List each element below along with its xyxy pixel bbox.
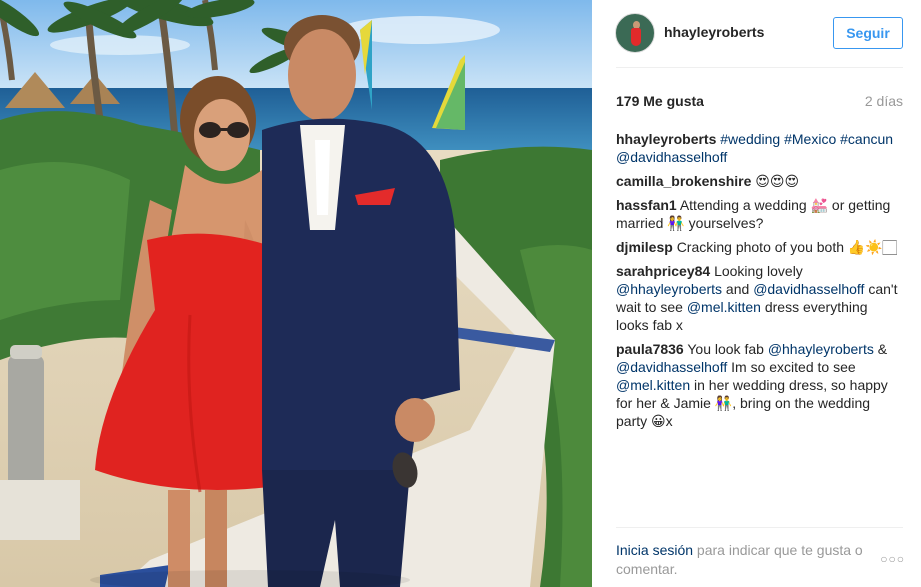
photo-illustration <box>0 0 592 587</box>
hashtag-link[interactable]: #cancun <box>840 131 893 147</box>
post-time[interactable]: 2 días <box>865 93 903 109</box>
comment-text: & <box>873 341 888 357</box>
hashtag-link[interactable]: #Mexico <box>784 131 836 147</box>
mention-link[interactable]: @davidhasselhoff <box>616 359 727 375</box>
post-header: hhayleyroberts Seguir <box>592 0 921 67</box>
comment-username[interactable]: sarahpricey84 <box>616 263 710 279</box>
comment-text: Cracking photo of you both 👍☀️🏻 <box>676 239 897 255</box>
comment-text: You look fab <box>687 341 768 357</box>
login-prompt: Inicia sesión para indicar que te gusta … <box>616 541 886 579</box>
post-photo[interactable] <box>0 0 592 587</box>
comment-username[interactable]: djmilesp <box>616 239 673 255</box>
mention-link[interactable]: @hhayleyroberts <box>768 341 874 357</box>
comment-item: djmilesp Cracking photo of you both 👍☀️🏻 <box>616 238 903 256</box>
comment-username[interactable]: hhayleyroberts <box>616 131 716 147</box>
comment-item: hhayleyroberts #wedding #Mexico #cancun … <box>616 130 903 166</box>
comment-username[interactable]: camilla_brokenshire <box>616 173 751 189</box>
comment-text: and <box>722 281 754 297</box>
comment-text: Looking lovely <box>714 263 803 279</box>
footer-divider <box>616 527 903 528</box>
author-username[interactable]: hhayleyroberts <box>664 24 764 40</box>
mention-link[interactable]: @hhayleyroberts <box>616 281 722 297</box>
comment-text: 😍😍😍 <box>755 173 800 189</box>
ellipsis-icon[interactable]: ○○○ <box>880 552 905 566</box>
follow-button[interactable]: Seguir <box>833 17 903 49</box>
comment-username[interactable]: hassfan1 <box>616 197 677 213</box>
avatar-figure <box>631 28 641 46</box>
comment-text: Im so excited to see <box>727 359 856 375</box>
comment-item: paula7836 You look fab @hhayleyroberts &… <box>616 340 903 430</box>
mention-link[interactable]: @mel.kitten <box>687 299 761 315</box>
login-link[interactable]: Inicia sesión <box>616 542 693 558</box>
comment-item: sarahpricey84 Looking lovely @hhayleyrob… <box>616 262 903 334</box>
post-side-panel: hhayleyroberts Seguir 179 Me gusta 2 día… <box>592 0 921 587</box>
comments-list: hhayleyroberts #wedding #Mexico #cancun … <box>616 130 903 436</box>
mention-link[interactable]: @mel.kitten <box>616 377 690 393</box>
comment-username[interactable]: paula7836 <box>616 341 684 357</box>
mention-link[interactable]: @davidhasselhoff <box>616 149 727 165</box>
author-avatar[interactable] <box>615 13 655 53</box>
hashtag-link[interactable]: #wedding <box>720 131 780 147</box>
likes-count[interactable]: 179 Me gusta <box>616 93 704 109</box>
header-divider <box>616 67 903 68</box>
mention-link[interactable]: @davidhasselhoff <box>753 281 864 297</box>
comment-item: camilla_brokenshire 😍😍😍 <box>616 172 903 190</box>
instagram-post: hhayleyroberts Seguir 179 Me gusta 2 día… <box>0 0 921 587</box>
comment-item: hassfan1 Attending a wedding 💒 or gettin… <box>616 196 903 232</box>
